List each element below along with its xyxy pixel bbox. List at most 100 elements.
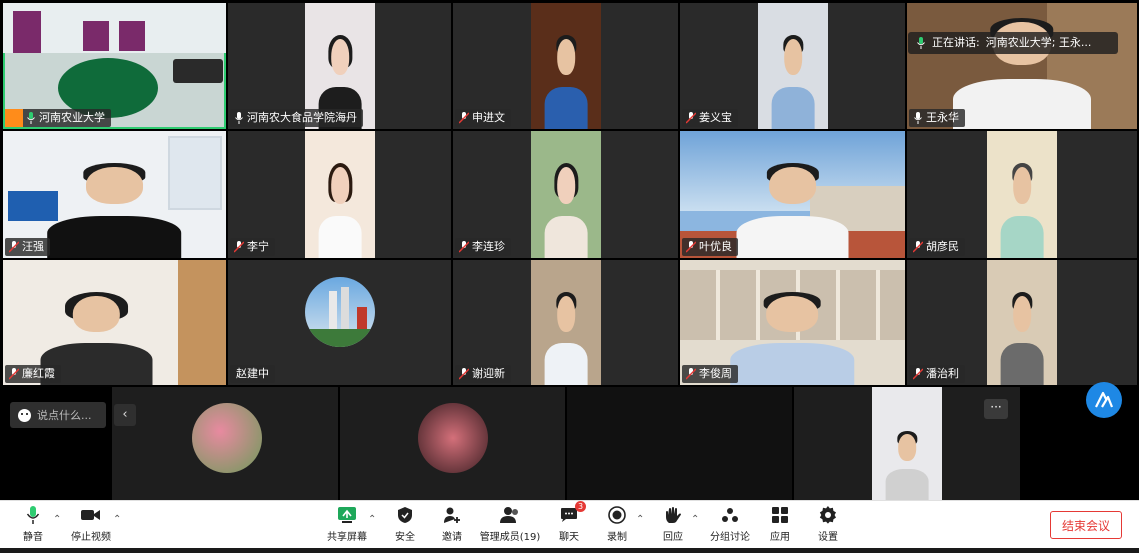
app-logo-icon bbox=[1095, 391, 1114, 408]
mic-muted-icon bbox=[913, 368, 923, 380]
video-tile[interactable]: 河南农大食品学院海丹 bbox=[228, 3, 451, 129]
participant-nametag: 河南农业大学 bbox=[5, 109, 111, 127]
manage-members-button[interactable]: 管理成员(19) bbox=[480, 504, 540, 546]
participant-name: 李俊周 bbox=[699, 367, 732, 380]
mic-muted-icon bbox=[686, 241, 696, 253]
participant-nametag: 河南农大食品学院海丹 bbox=[230, 109, 363, 127]
participant-name: 姜义宝 bbox=[699, 111, 732, 124]
video-tile[interactable]: 王永华 bbox=[907, 3, 1137, 129]
mute-button[interactable]: 静音 bbox=[18, 504, 48, 546]
mic-muted-icon bbox=[459, 241, 469, 253]
video-tile[interactable]: 廉红霞 bbox=[3, 260, 226, 385]
mic-icon bbox=[913, 112, 923, 124]
invite-button[interactable]: 邀请 bbox=[440, 504, 464, 546]
apps-button[interactable]: 应用 bbox=[768, 504, 792, 546]
participant-name: 申进文 bbox=[472, 111, 505, 124]
settings-button[interactable]: 设置 bbox=[816, 504, 840, 546]
participant-name: 河南农大食品学院海丹 bbox=[247, 111, 357, 124]
participant-avatar bbox=[418, 403, 488, 473]
participant-name: 汪强 bbox=[22, 240, 44, 253]
chat-button[interactable]: 3 聊天 bbox=[557, 501, 586, 546]
participant-nametag: 潘治利 bbox=[909, 365, 965, 383]
participant-name: 谢迎新 bbox=[472, 367, 505, 380]
participant-video bbox=[758, 3, 828, 129]
apps-grid-icon bbox=[769, 504, 791, 526]
participant-nametag: 王永华 bbox=[909, 109, 965, 127]
chevron-up-icon[interactable]: ⌃ bbox=[636, 514, 644, 525]
chat-input[interactable]: 说点什么... bbox=[10, 402, 106, 428]
video-tile[interactable]: 姜义宝 bbox=[680, 3, 905, 129]
record-icon bbox=[606, 504, 628, 526]
participant-nametag: 叶优良 bbox=[682, 238, 738, 256]
video-tile-host[interactable]: 河南农业大学 bbox=[3, 3, 226, 129]
camera-icon bbox=[80, 504, 102, 526]
participant-avatar bbox=[192, 403, 262, 473]
breakout-rooms-icon bbox=[719, 504, 741, 526]
mic-muted-icon bbox=[913, 241, 923, 253]
share-screen-button[interactable]: 共享屏幕 bbox=[326, 504, 368, 546]
participant-name: 胡彦民 bbox=[926, 240, 959, 253]
share-screen-icon bbox=[336, 504, 358, 526]
participant-nametag: 谢迎新 bbox=[455, 365, 511, 383]
chevron-up-icon[interactable]: ⌃ bbox=[53, 514, 61, 525]
chevron-up-icon[interactable]: ⌃ bbox=[368, 514, 376, 525]
record-button[interactable]: 录制 bbox=[605, 504, 629, 546]
taskbar-edge bbox=[0, 548, 1139, 553]
participant-video bbox=[531, 260, 601, 385]
meeting-toolbar: 静音 ⌃ 停止视频 ⌃ 共享屏幕 ⌃ 安全 邀请 管理成员(19) 3 聊天 录… bbox=[0, 500, 1139, 549]
mic-muted-icon bbox=[9, 241, 19, 253]
video-tile[interactable] bbox=[567, 387, 792, 500]
participant-name: 叶优良 bbox=[699, 240, 732, 253]
chat-bubble-icon: 3 bbox=[558, 501, 586, 526]
video-tile[interactable] bbox=[340, 387, 565, 500]
participant-nametag: 申进文 bbox=[455, 109, 511, 127]
mic-icon bbox=[234, 112, 244, 124]
chevron-up-icon[interactable]: ⌃ bbox=[691, 514, 699, 525]
chevron-left-icon[interactable]: ‹ bbox=[114, 404, 136, 426]
participant-name: 廉红霞 bbox=[22, 367, 55, 380]
video-tile[interactable]: 李俊周 bbox=[680, 260, 905, 385]
mic-muted-icon bbox=[234, 241, 244, 253]
participant-video bbox=[872, 387, 942, 500]
participant-nametag: 李宁 bbox=[230, 238, 275, 256]
members-icon bbox=[499, 504, 521, 526]
mic-muted-icon bbox=[9, 368, 19, 380]
mic-speaking-icon bbox=[916, 37, 926, 49]
video-tile[interactable]: 申进文 bbox=[453, 3, 678, 129]
gear-icon bbox=[817, 504, 839, 526]
video-tile[interactable]: 叶优良 bbox=[680, 131, 905, 258]
participant-video bbox=[987, 260, 1057, 385]
speaking-indicator: 正在讲话: 河南农业大学; 王永... bbox=[908, 32, 1118, 54]
speaking-prefix: 正在讲话: bbox=[932, 36, 980, 49]
participant-name: 李连珍 bbox=[472, 240, 505, 253]
video-tile[interactable]: 汪强 bbox=[3, 131, 226, 258]
emoji-icon[interactable] bbox=[18, 408, 31, 422]
reactions-button[interactable]: 回应 bbox=[661, 504, 685, 546]
mic-muted-icon bbox=[686, 368, 696, 380]
chevron-up-icon[interactable]: ⌃ bbox=[113, 514, 121, 525]
stop-video-button[interactable]: 停止视频 bbox=[68, 504, 114, 546]
more-options-icon[interactable]: ··· bbox=[984, 399, 1008, 419]
microphone-icon bbox=[22, 504, 44, 526]
invite-user-icon bbox=[441, 504, 463, 526]
participant-name: 赵建中 bbox=[236, 367, 269, 380]
mic-muted-icon bbox=[686, 112, 696, 124]
participant-name: 潘治利 bbox=[926, 367, 959, 380]
video-tile[interactable]: 李宁 bbox=[228, 131, 451, 258]
security-button[interactable]: 安全 bbox=[393, 504, 417, 546]
video-tile[interactable]: 谢迎新 bbox=[453, 260, 678, 385]
video-tile[interactable]: 赵建中 bbox=[228, 260, 451, 385]
host-badge-icon bbox=[5, 109, 23, 127]
participant-nametag: 姜义宝 bbox=[682, 109, 738, 127]
mic-on-icon bbox=[26, 112, 36, 124]
video-tile[interactable]: 胡彦民 bbox=[907, 131, 1137, 258]
video-tile[interactable]: 潘治利 bbox=[907, 260, 1137, 385]
participant-avatar bbox=[305, 277, 375, 347]
participant-name: 王永华 bbox=[926, 111, 959, 124]
breakout-rooms-button[interactable]: 分组讨论 bbox=[710, 504, 750, 546]
floating-action-button[interactable] bbox=[1086, 382, 1122, 418]
mic-muted-icon bbox=[459, 112, 469, 124]
video-tile[interactable] bbox=[112, 387, 338, 500]
end-meeting-button[interactable]: 结束会议 bbox=[1050, 511, 1122, 539]
video-tile[interactable]: 李连珍 bbox=[453, 131, 678, 258]
